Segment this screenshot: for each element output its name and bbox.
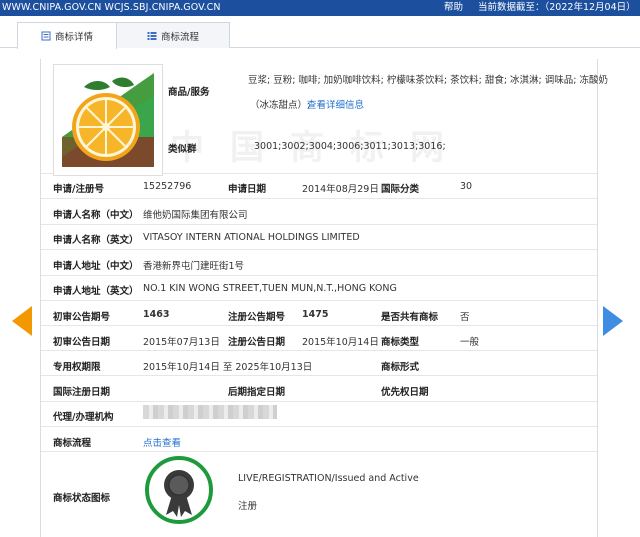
reg-pub-date-value: 2015年10月14日 xyxy=(302,337,379,348)
tab-label: 商标详情 xyxy=(54,32,93,43)
reg-no-label: 申请/注册号 xyxy=(53,184,104,195)
address-en-label: 申请人地址（英文） xyxy=(53,286,139,297)
view-details-link[interactable]: 查看详细信息 xyxy=(307,97,364,111)
reg-pub-date-label: 注册公告日期 xyxy=(228,337,286,348)
row-divider xyxy=(41,426,597,427)
goods-value-cont: （冰冻甜点）; xyxy=(250,100,311,111)
data-date-label: 当前数据截至： xyxy=(478,2,545,13)
list-icon xyxy=(147,31,157,40)
goods-value: 豆浆; 豆粉; 咖啡; 加奶咖啡饮料; 柠檬味茶饮料; 茶饮料; 甜食; 冰淇淋… xyxy=(248,75,608,86)
row-divider xyxy=(41,451,597,452)
applicant-en-value: VITASOY INTERN ATIONAL HOLDINGS LIMITED xyxy=(143,232,360,243)
row-divider xyxy=(41,375,597,376)
first-pub-no-label: 初审公告期号 xyxy=(53,312,111,323)
later-date-label: 后期指定日期 xyxy=(228,387,286,398)
first-pub-date-value: 2015年07月13日 xyxy=(143,337,220,348)
shared-value: 否 xyxy=(460,312,470,323)
shared-label: 是否共有商标 xyxy=(381,312,439,323)
trademark-image xyxy=(53,64,163,176)
intl-class-label: 国际分类 xyxy=(381,184,420,195)
type-value: 一般 xyxy=(460,337,480,348)
row-divider xyxy=(41,275,597,276)
status-label: 商标状态图标 xyxy=(53,493,111,504)
intl-reg-date-label: 国际注册日期 xyxy=(53,387,111,398)
row-divider xyxy=(41,249,597,250)
tab-trademark-process[interactable]: 商标流程 xyxy=(116,22,230,48)
row-divider xyxy=(41,401,597,402)
site-urls: WWW.CNIPA.GOV.CN WCJS.SBJ.CNIPA.GOV.CN xyxy=(2,2,221,13)
address-en-value: NO.1 KIN WONG STREET,TUEN MUN,N.T.,HONG … xyxy=(143,283,397,294)
applicant-cn-value: 维他奶国际集团有限公司 xyxy=(143,210,248,221)
status-en-value: LIVE/REGISTRATION/Issued and Active xyxy=(238,473,419,484)
next-arrow-icon[interactable] xyxy=(603,306,623,336)
lemon-logo xyxy=(62,73,154,167)
data-date: 当前数据截至：（2022年12月04日） xyxy=(478,0,636,16)
goods-label: 商品/服务 xyxy=(168,87,210,98)
process-label: 商标流程 xyxy=(53,438,92,449)
top-bar: WWW.CNIPA.GOV.CN WCJS.SBJ.CNIPA.GOV.CN 帮… xyxy=(0,0,640,16)
tab-trademark-detail[interactable]: 商标详情 xyxy=(17,22,117,49)
row-divider xyxy=(41,300,597,301)
agent-redacted xyxy=(143,405,277,419)
first-pub-date-label: 初审公告日期 xyxy=(53,337,111,348)
reg-no-value: 15252796 xyxy=(143,181,192,192)
previous-arrow-icon[interactable] xyxy=(12,306,32,336)
process-view-link[interactable]: 点击查看 xyxy=(143,435,181,449)
similar-group-label: 类似群 xyxy=(168,144,197,155)
data-date-value: （2022年12月04日） xyxy=(544,2,636,13)
row-divider xyxy=(41,198,597,199)
row-divider xyxy=(41,350,597,351)
form-label: 商标形式 xyxy=(381,362,420,373)
priority-date-label: 优先权日期 xyxy=(381,387,429,398)
intl-class-value: 30 xyxy=(460,181,473,192)
tab-label: 商标流程 xyxy=(160,31,199,43)
type-label: 商标类型 xyxy=(381,337,420,348)
agent-label: 代理/办理机构 xyxy=(53,412,114,423)
tab-bar: 商标详情 商标流程 xyxy=(0,22,640,49)
registered-seal-icon xyxy=(145,456,213,524)
right-period-value: 2015年10月14日 至 2025年10月13日 xyxy=(143,362,313,373)
address-cn-value: 香港新界屯门建旺街1号 xyxy=(143,261,245,272)
row-divider xyxy=(41,224,597,225)
apply-date-label: 申请日期 xyxy=(228,184,267,195)
help-link[interactable]: 帮助 xyxy=(444,0,463,16)
address-cn-label: 申请人地址（中文） xyxy=(53,261,139,272)
row-divider xyxy=(41,325,597,326)
status-cn-value: 注册 xyxy=(238,501,258,512)
reg-pub-no-value: 1475 xyxy=(302,309,329,320)
first-pub-no-value: 1463 xyxy=(143,309,170,320)
reg-pub-no-label: 注册公告期号 xyxy=(228,312,286,323)
similar-group-value: 3001;3002;3004;3006;3011;3013;3016; xyxy=(254,141,446,152)
apply-date-value: 2014年08月29日 xyxy=(302,184,379,195)
applicant-en-label: 申请人名称（英文） xyxy=(53,235,139,246)
applicant-cn-label: 申请人名称（中文） xyxy=(53,210,139,221)
document-icon xyxy=(41,31,51,41)
right-period-label: 专用权期限 xyxy=(53,362,101,373)
